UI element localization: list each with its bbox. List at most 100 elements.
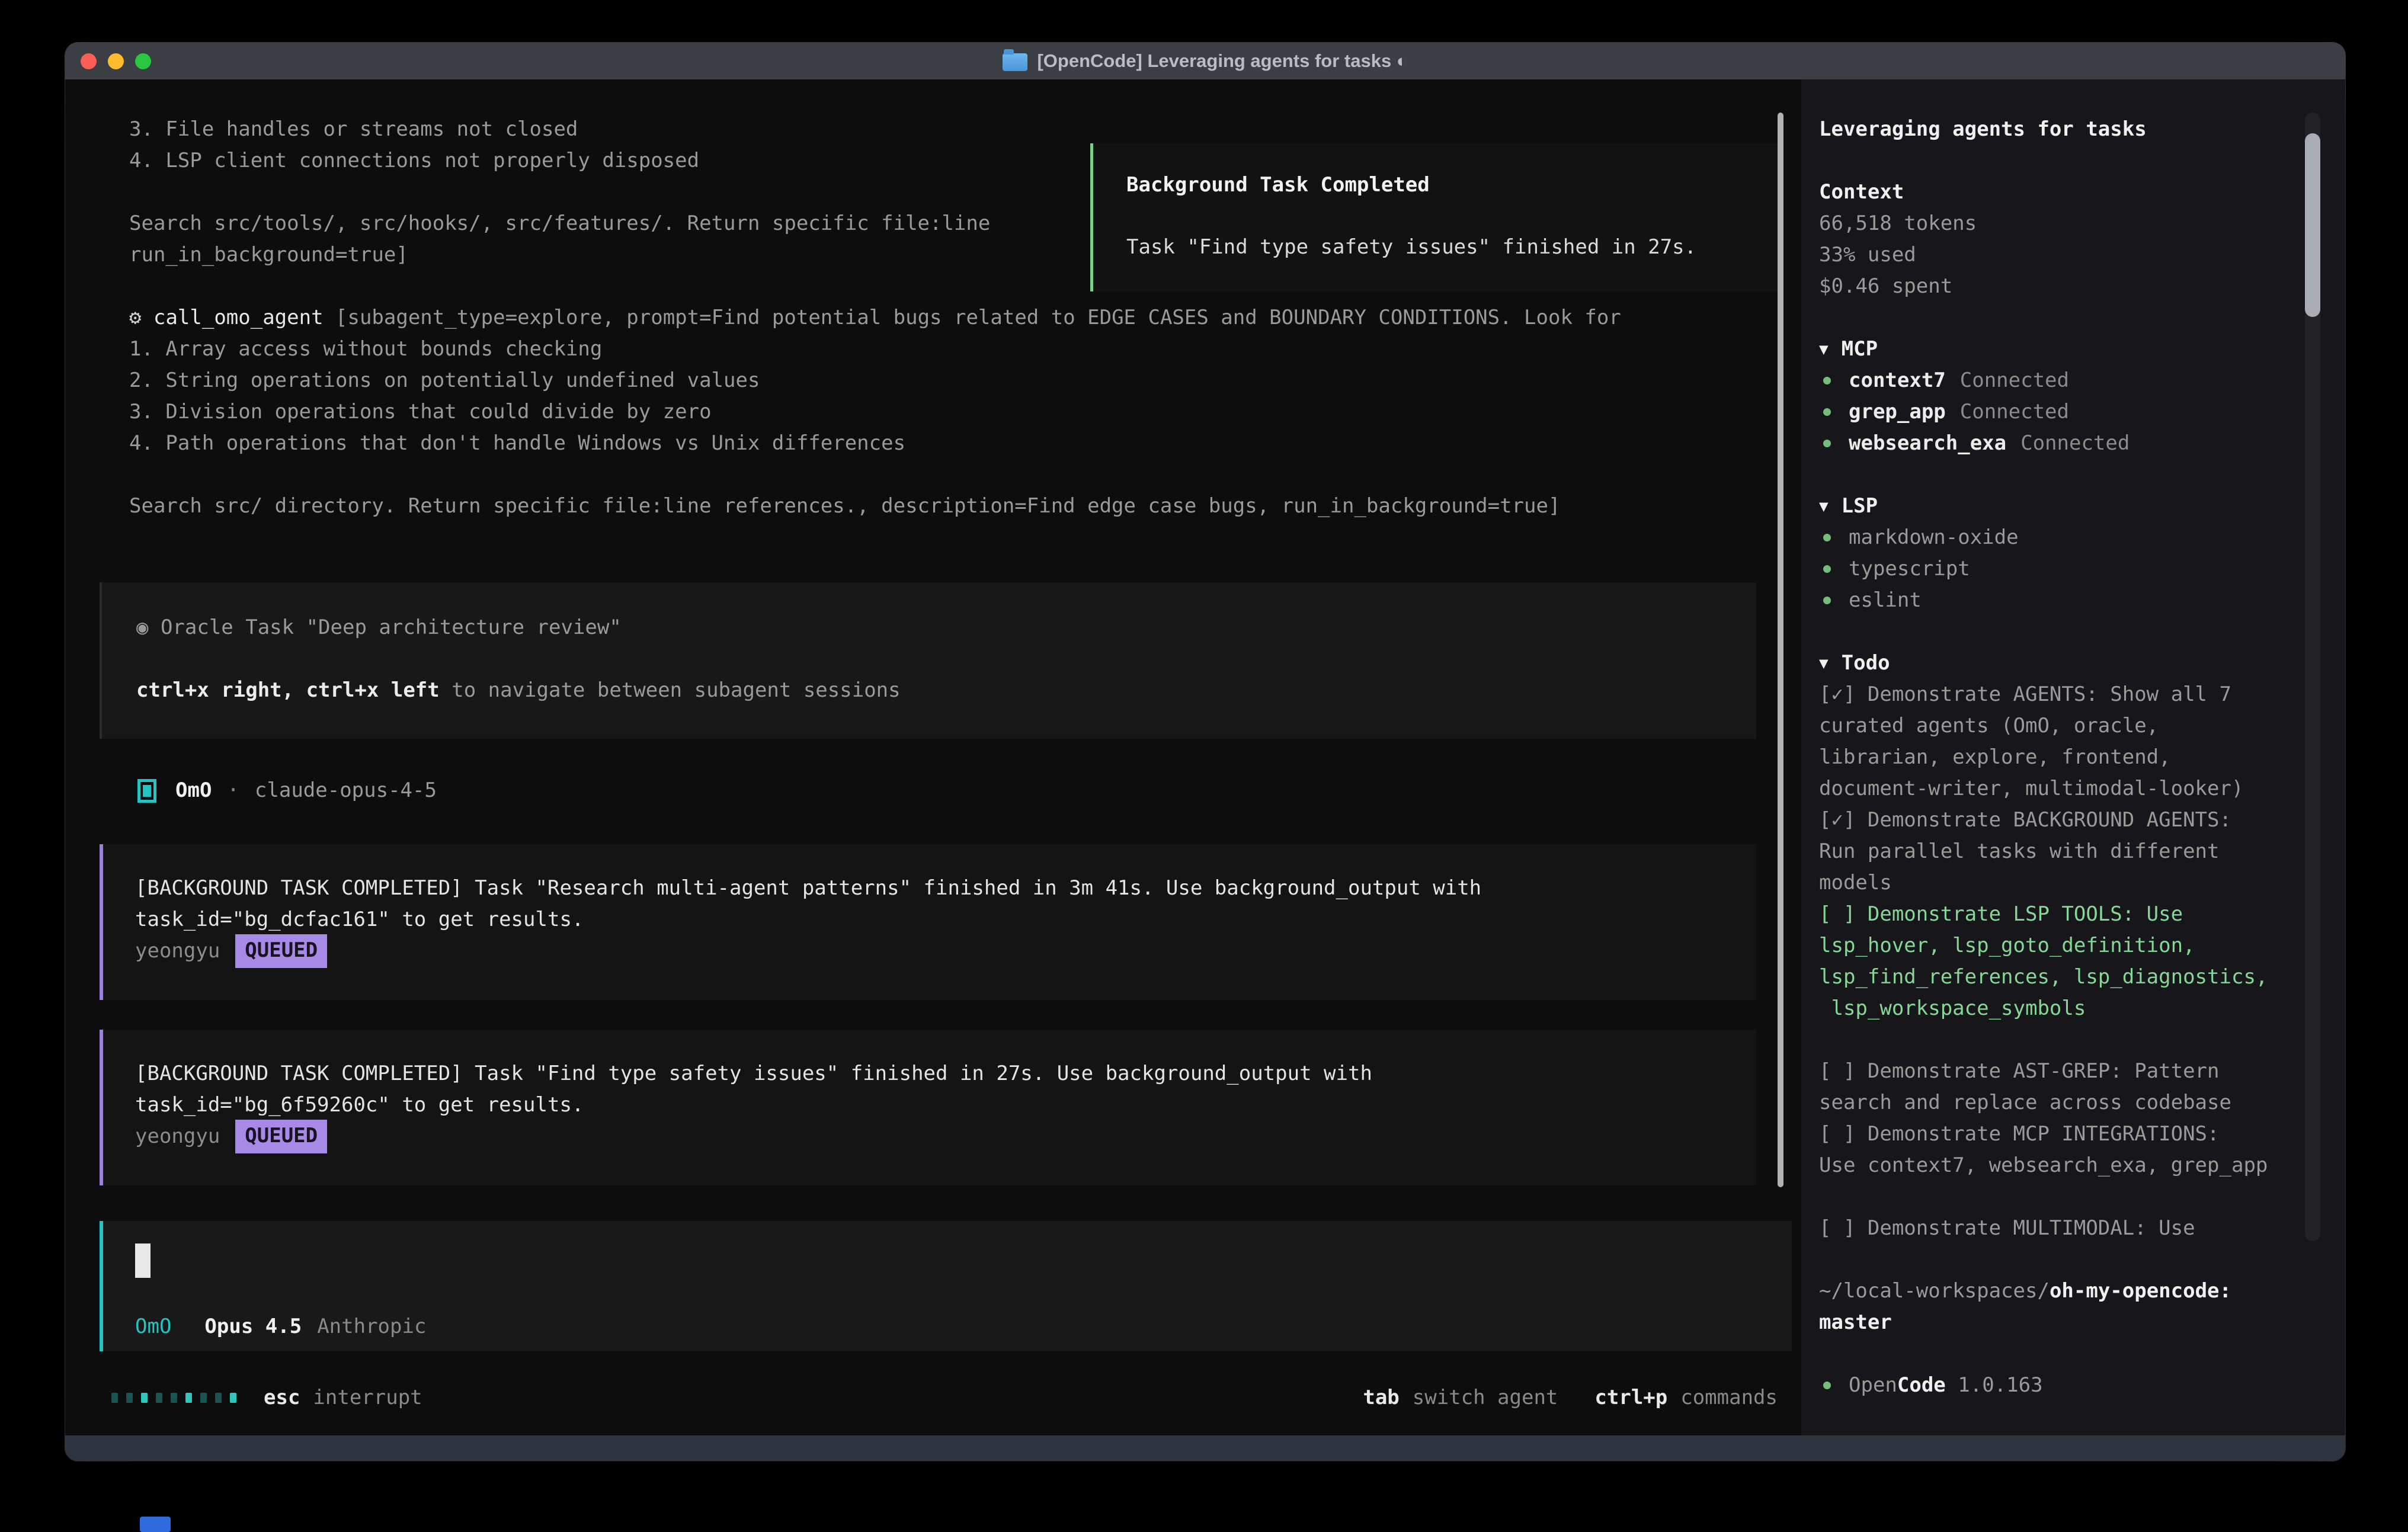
agent-header: OmO · claude-opus-4-5 [137,775,1801,806]
todo-line: [ ] Demonstrate LSP TOOLS: Use [1819,899,2310,930]
todo-line: lsp_workspace_symbols [1819,993,2310,1024]
todo-line: Use context7, websearch_exa, grep_app [1819,1150,2310,1181]
close-window-button[interactable] [81,53,97,69]
working-spinner-icon [111,1393,236,1403]
tab-key-label: switch agent [1413,1386,1558,1409]
status-dot-icon [1823,534,1831,541]
lsp-section-header[interactable]: ▼LSP [1819,491,2310,522]
mcp-item: context7Connected [1819,365,2310,396]
context-spent: $0.46 spent [1819,271,2310,302]
prompt-input[interactable]: OmO Opus 4.5 Anthropic [100,1221,1792,1351]
queued-status-badge: QUEUED [235,1120,327,1153]
background-task-message: [BACKGROUND TASK COMPLETED] Task "Resear… [100,844,1756,1000]
agent-name: OmO [175,775,212,806]
workspace-repo: oh-my-opencode: [2050,1279,2231,1303]
ctrlp-key-hint: ctrl+p [1594,1386,1667,1409]
lsp-section: ▼LSP markdown-oxide typescript eslint [1819,491,2310,616]
traffic-lights [81,53,151,69]
todo-line: search and replace across codebase [1819,1087,2310,1118]
tool-call-name: call_omo_agent [153,306,324,329]
esc-key-label: interrupt [313,1382,422,1414]
text-cursor [135,1243,150,1278]
lsp-name: markdown-oxide [1849,522,2019,553]
mcp-status: Connected [2020,428,2130,459]
message-meta: yeongyu QUEUED [135,1121,1756,1152]
workspace-path: ~/local-workspaces/ [1819,1279,2050,1303]
mcp-section-header[interactable]: ▼MCP [1819,334,2310,365]
opencode-window: [OpenCode] Leveraging agents for tasks ◐… [65,43,2345,1461]
chevron-down-icon: ▼ [1819,498,1829,515]
workspace-branch: master [1819,1310,1892,1334]
chevron-down-icon: ▼ [1819,341,1829,358]
todo-item-pending: [ ] Demonstrate AST-GREP: Pattern search… [1819,1056,2310,1118]
todo-item-pending: [ ] Demonstrate MCP INTEGRATIONS: Use co… [1819,1118,2310,1181]
separator-dot: · [227,775,239,806]
app-name-bold: Code [1897,1370,1946,1401]
todo-heading: Todo [1842,651,1890,675]
sidebar-scrollbar-thumb[interactable] [2305,133,2320,317]
dock-indicator[interactable] [140,1517,171,1532]
chat-pane: 3. File handles or streams not closed 4.… [65,79,1801,1435]
tool-call-args: [subagent_type=explore, prompt=Find pote… [324,306,1621,329]
input-model-name[interactable]: Opus 4.5 [204,1311,302,1342]
subagent-navigation-hint: ctrl+x right, ctrl+x left to navigate be… [136,675,1756,706]
window-title: [OpenCode] Leveraging agents for tasks ◐ [1003,43,1407,79]
status-dot-icon [1823,565,1831,573]
hint-keys: ctrl+x right, ctrl+x left [136,678,440,702]
message-meta: yeongyu QUEUED [135,935,1756,967]
agent-square-icon [137,779,156,803]
chat-scrollbar-thumb[interactable] [1778,113,1783,1187]
context-heading: Context [1819,177,2310,208]
todo-line: models [1819,867,2310,899]
mcp-status: Connected [1960,396,2069,428]
message-author: yeongyu [135,1121,220,1152]
tool-call-list-item: 3. Division operations that could divide… [129,396,1801,428]
status-right: tabswitch agent ctrl+pcommands [1363,1382,1778,1414]
input-model-provider: Anthropic [317,1311,426,1342]
queued-status-badge: QUEUED [235,934,327,968]
zoom-window-button[interactable] [135,53,151,69]
workspace-branch-row: master [1819,1307,2310,1338]
todo-section: ▼Todo [✓] Demonstrate AGENTS: Show all 7… [1819,648,2310,1244]
input-model-row: OmO Opus 4.5 Anthropic [135,1311,1792,1342]
agent-model: claude-opus-4-5 [255,775,437,806]
tool-call-tail: Search src/ directory. Return specific f… [129,491,1801,522]
mcp-status: Connected [1960,365,2069,396]
gear-icon: ⚙ [129,306,141,329]
context-tokens: 66,518 tokens [1819,208,2310,239]
oracle-task-card[interactable]: ◉ Oracle Task "Deep architecture review"… [100,582,1756,739]
todo-item-pending: [ ] Demonstrate MULTIMODAL: Use [1819,1213,2310,1244]
todo-line: lsp_hover, lsp_goto_definition, [1819,930,2310,961]
todo-line: [ ] Demonstrate MULTIMODAL: Use [1819,1213,2310,1244]
todo-line: [✓] Demonstrate BACKGROUND AGENTS: [1819,805,2310,836]
workspace-path-row: ~/local-workspaces/oh-my-opencode: [1819,1275,2310,1307]
tool-call-line: ⚙ call_omo_agent [subagent_type=explore,… [129,302,1801,334]
input-agent-name[interactable]: OmO [135,1311,171,1342]
status-dot-icon [1823,597,1831,604]
message-author: yeongyu [135,935,220,967]
transcript-line: 3. File handles or streams not closed [129,114,1801,145]
window-titlebar: [OpenCode] Leveraging agents for tasks ◐ [65,43,2345,79]
todo-item-done: [✓] Demonstrate BACKGROUND AGENTS: Run p… [1819,805,2310,899]
mcp-name: websearch_exa [1849,428,2006,459]
toast-title: Background Task Completed [1126,169,1779,201]
mcp-item: websearch_exa Connected [1819,428,2310,459]
lsp-name: typescript [1849,553,1970,585]
status-dot-icon [1823,408,1831,416]
context-used: 33% used [1819,239,2310,271]
message-line: task_id="bg_dcfac161" to get results. [135,904,1756,935]
todo-line: Run parallel tasks with different [1819,836,2310,867]
todo-line: curated agents (OmO, oracle, [1819,710,2310,742]
status-dot-icon [1823,377,1831,384]
todo-section-header[interactable]: ▼Todo [1819,648,2310,679]
folder-icon [1003,53,1027,71]
window-bottom-strip [65,1435,2345,1461]
message-line: task_id="bg_6f59260c" to get results. [135,1089,1756,1121]
status-bar: esc interrupt tabswitch agent ctrl+pcomm… [65,1382,1801,1414]
tool-call-list-item: 2. String operations on potentially unde… [129,365,1801,396]
todo-item-active: [ ] Demonstrate LSP TOOLS: Use lsp_hover… [1819,899,2310,1024]
message-line: [BACKGROUND TASK COMPLETED] Task "Find t… [135,1058,1756,1089]
ctrlp-key-label: commands [1680,1386,1778,1409]
minimize-window-button[interactable] [108,53,124,69]
message-line: [BACKGROUND TASK COMPLETED] Task "Resear… [135,873,1756,904]
